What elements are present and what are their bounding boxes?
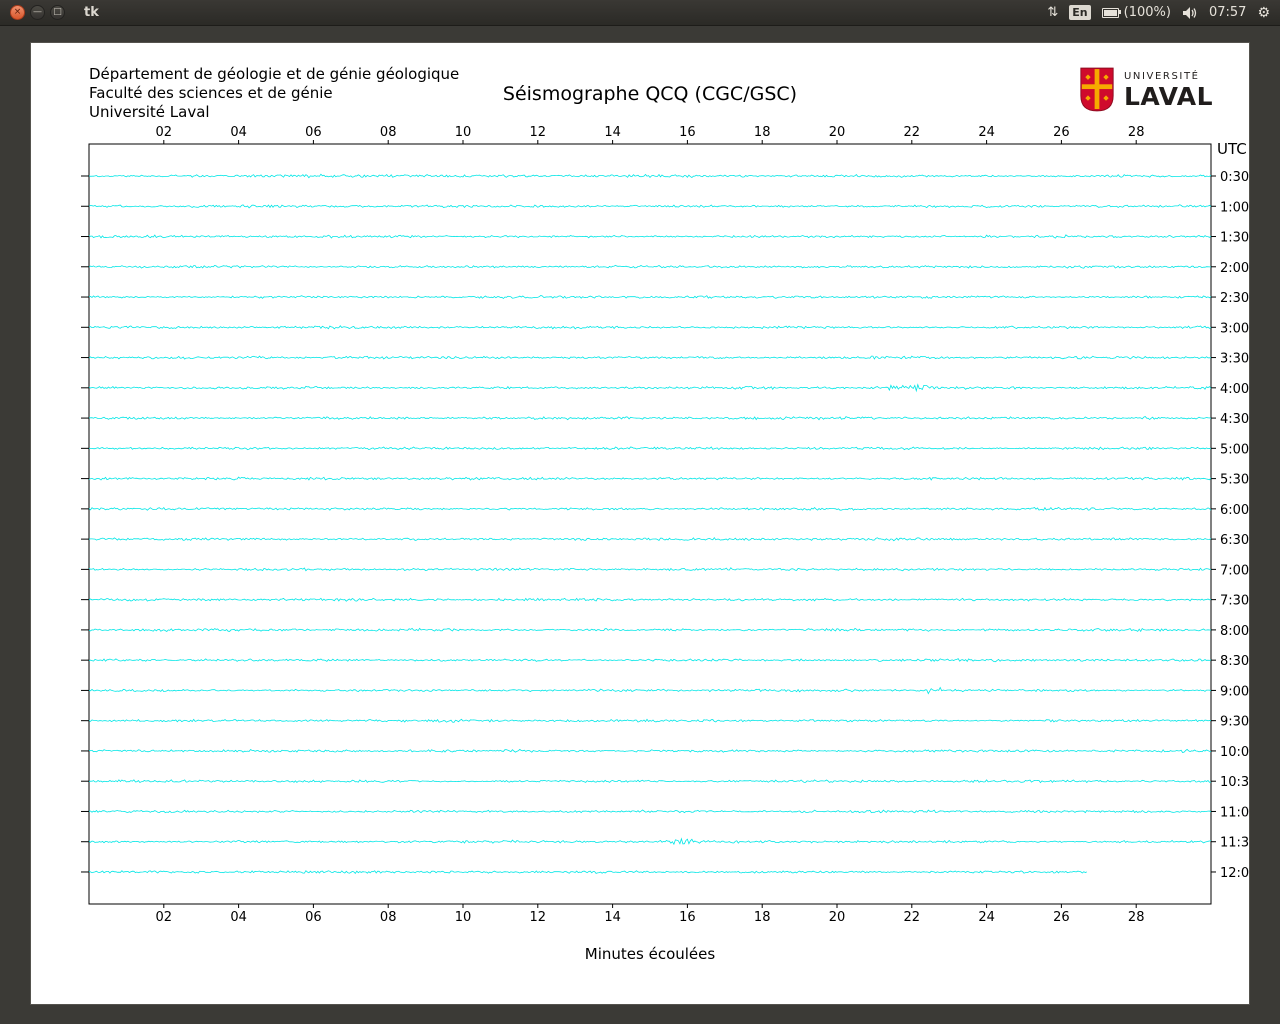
window-maximize-button[interactable]: □ — [50, 5, 65, 20]
seismogram-trace — [88, 295, 1212, 300]
x-tick-label-top: 22 — [904, 125, 921, 140]
x-tick-label-bottom: 18 — [754, 910, 771, 925]
trace-time-label: 7:30 — [1220, 594, 1249, 609]
trace-time-label: 12:00 — [1220, 866, 1249, 881]
trace-time-label: 9:00 — [1220, 684, 1249, 699]
seismograph-window: Département de géologie et de génie géol… — [30, 42, 1250, 1005]
trace-time-label: 7:00 — [1220, 563, 1249, 578]
x-tick-label-top: 16 — [679, 125, 696, 140]
seismograph-plot: 02 02 04 04 06 06 08 08 10 10 12 12 14 14 16 16 18 18 20 20… — [81, 125, 1249, 925]
seismogram-trace — [88, 658, 1212, 663]
x-tick-label-bottom: 12 — [530, 910, 547, 925]
trace-time-label: 4:30 — [1220, 412, 1249, 427]
battery-icon — [1101, 7, 1121, 18]
seismogram-trace — [88, 597, 1212, 602]
x-tick-label-top: 02 — [156, 125, 173, 140]
seismogram-trace — [88, 476, 1212, 481]
seismogram-trace — [88, 627, 1212, 633]
battery-indicator[interactable]: (100%) — [1101, 5, 1171, 20]
x-tick-label-top: 18 — [754, 125, 771, 140]
settings-gear-icon[interactable]: ⚙ — [1257, 5, 1270, 21]
seismogram-trace — [88, 537, 1212, 542]
seismogram-trace — [89, 325, 1212, 330]
utc-axis-title: UTC — [1217, 140, 1247, 158]
trace-time-label: 1:00 — [1220, 200, 1249, 215]
x-tick-label-top: 24 — [978, 125, 995, 140]
trace-time-label: 6:30 — [1220, 533, 1249, 548]
seismogram-trace — [88, 204, 1212, 209]
trace-time-label: 10:30 — [1220, 775, 1249, 790]
trace-time-label: 1:30 — [1220, 231, 1249, 246]
x-tick-label-bottom: 10 — [455, 910, 472, 925]
x-tick-label-top: 08 — [380, 125, 397, 140]
trace-time-label: 10:00 — [1220, 745, 1249, 760]
x-tick-label-bottom: 24 — [978, 910, 995, 925]
x-tick-label-bottom: 26 — [1053, 910, 1070, 925]
trace-time-label: 11:00 — [1220, 805, 1249, 820]
trace-time-label: 5:30 — [1220, 473, 1249, 488]
seismogram-trace — [88, 718, 1212, 723]
seismogram-trace — [88, 264, 1212, 269]
trace-time-label: 2:30 — [1220, 291, 1249, 306]
x-tick-label-top: 04 — [230, 125, 247, 140]
speaker-icon — [1182, 6, 1197, 19]
x-tick-label-top: 10 — [455, 125, 472, 140]
trace-time-label: 5:00 — [1220, 442, 1249, 457]
x-tick-label-top: 20 — [829, 125, 846, 140]
volume-indicator[interactable] — [1182, 6, 1198, 20]
trace-time-label: 0:30 — [1220, 170, 1249, 185]
seismogram-trace — [89, 446, 1212, 451]
trace-time-label: 3:30 — [1220, 352, 1249, 367]
trace-time-label: 3:00 — [1220, 321, 1249, 336]
x-tick-label-bottom: 14 — [604, 910, 621, 925]
seismogram-trace — [88, 355, 1212, 360]
seismogram-trace — [88, 870, 1087, 875]
x-tick-label-top: 14 — [604, 125, 621, 140]
x-axis-title: Minutes écoulées — [584, 945, 716, 963]
seismogram-trace — [88, 809, 1212, 814]
battery-percentage: (100%) — [1123, 5, 1171, 20]
trace-time-label: 2:00 — [1220, 261, 1249, 276]
seismogram-trace — [88, 686, 1212, 695]
seismogram-trace — [88, 567, 1212, 572]
window-title: tk — [84, 5, 99, 20]
seismogram-trace — [88, 234, 1212, 239]
seismogram-trace — [88, 173, 1212, 179]
seismogram-trace — [88, 837, 1212, 846]
sync-arrows-icon[interactable]: ⇅ — [1047, 5, 1058, 20]
window-buttons: × — □ — [10, 5, 70, 20]
x-tick-label-top: 12 — [530, 125, 547, 140]
x-tick-label-bottom: 02 — [156, 910, 173, 925]
x-tick-label-bottom: 22 — [904, 910, 921, 925]
window-close-button[interactable]: × — [10, 5, 25, 20]
x-tick-label-top: 06 — [305, 125, 322, 140]
seismogram-trace — [88, 383, 1212, 393]
x-tick-label-bottom: 28 — [1128, 910, 1145, 925]
clock[interactable]: 07:57 — [1209, 5, 1246, 20]
plot-frame — [88, 143, 1212, 905]
seismogram-trace — [88, 748, 1212, 753]
keyboard-layout-indicator[interactable]: En — [1069, 5, 1091, 20]
seismogram-trace — [88, 416, 1212, 421]
trace-time-label: 4:00 — [1220, 382, 1249, 397]
x-tick-label-bottom: 06 — [305, 910, 322, 925]
x-tick-label-bottom: 04 — [230, 910, 247, 925]
window-minimize-button[interactable]: — — [30, 5, 45, 20]
seismogram-trace — [88, 506, 1212, 511]
x-tick-label-top: 28 — [1128, 125, 1145, 140]
x-tick-label-bottom: 16 — [679, 910, 696, 925]
trace-time-label: 9:30 — [1220, 715, 1249, 730]
x-tick-label-bottom: 20 — [829, 910, 846, 925]
system-tray: ⇅ En (100%) 07:57 ⚙ — [1047, 5, 1270, 21]
x-tick-label-top: 26 — [1053, 125, 1070, 140]
trace-time-label: 8:00 — [1220, 624, 1249, 639]
trace-time-label: 6:00 — [1220, 503, 1249, 518]
trace-time-label: 8:30 — [1220, 654, 1249, 669]
window-titlebar: × — □ tk ⇅ En (100%) 07:57 ⚙ — [0, 0, 1280, 26]
x-tick-label-bottom: 08 — [380, 910, 397, 925]
trace-time-label: 11:30 — [1220, 836, 1249, 851]
seismogram-trace — [88, 779, 1212, 784]
